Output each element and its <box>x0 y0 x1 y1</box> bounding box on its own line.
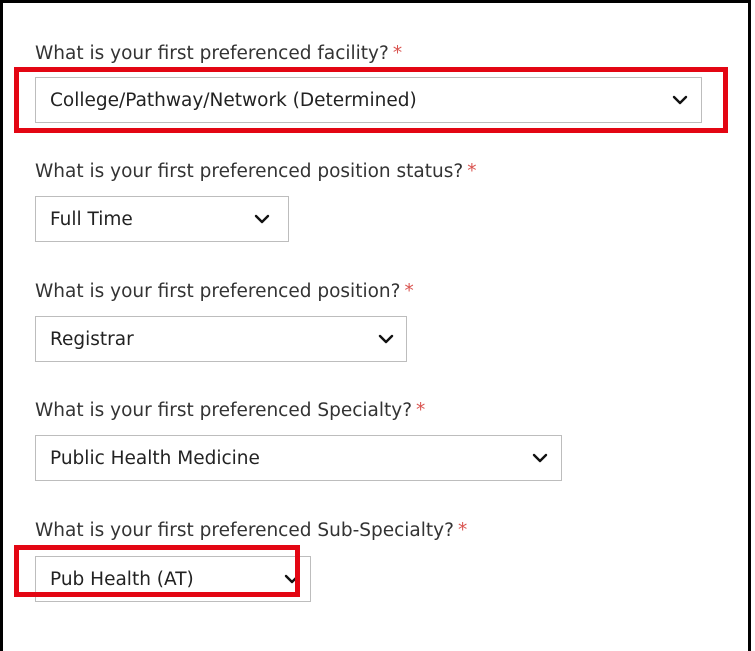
chevron-down-icon <box>284 574 300 584</box>
specialty-question-text: What is your first preferenced Specialty… <box>35 400 413 421</box>
facility-question-text: What is your first preferenced facility? <box>35 43 389 64</box>
required-asterisk: * <box>457 520 468 541</box>
facility-select-value: College/Pathway/Network (Determined) <box>50 89 417 111</box>
facility-select[interactable]: College/Pathway/Network (Determined) <box>35 77 702 123</box>
chevron-down-icon <box>532 453 548 463</box>
required-asterisk: * <box>467 161 477 182</box>
position-status-question-text: What is your first preferenced position … <box>35 161 464 182</box>
position-status-select-value: Full Time <box>50 208 133 230</box>
sub-specialty-select-value: Pub Health (AT) <box>50 568 194 590</box>
chevron-down-icon <box>378 334 394 344</box>
chevron-down-icon <box>672 95 688 105</box>
sub-specialty-select[interactable]: Pub Health (AT) <box>35 556 311 602</box>
facility-question-label: What is your first preferenced facility?… <box>35 43 402 65</box>
required-asterisk: * <box>404 281 414 302</box>
sub-specialty-question-text: What is your first preferenced Sub-Speci… <box>35 520 454 541</box>
required-asterisk: * <box>416 400 426 421</box>
chevron-down-icon <box>254 214 270 224</box>
specialty-question-label: What is your first preferenced Specialty… <box>35 400 425 422</box>
position-status-select[interactable]: Full Time <box>35 196 289 242</box>
required-asterisk: * <box>392 43 403 64</box>
specialty-select[interactable]: Public Health Medicine <box>35 435 562 481</box>
position-select-value: Registrar <box>50 328 134 350</box>
position-select[interactable]: Registrar <box>35 316 407 362</box>
sub-specialty-question-label: What is your first preferenced Sub-Speci… <box>35 520 467 542</box>
position-question-label: What is your first preferenced position?… <box>35 281 414 303</box>
specialty-select-value: Public Health Medicine <box>50 447 260 469</box>
position-status-question-label: What is your first preferenced position … <box>35 161 476 183</box>
position-question-text: What is your first preferenced position? <box>35 281 401 302</box>
